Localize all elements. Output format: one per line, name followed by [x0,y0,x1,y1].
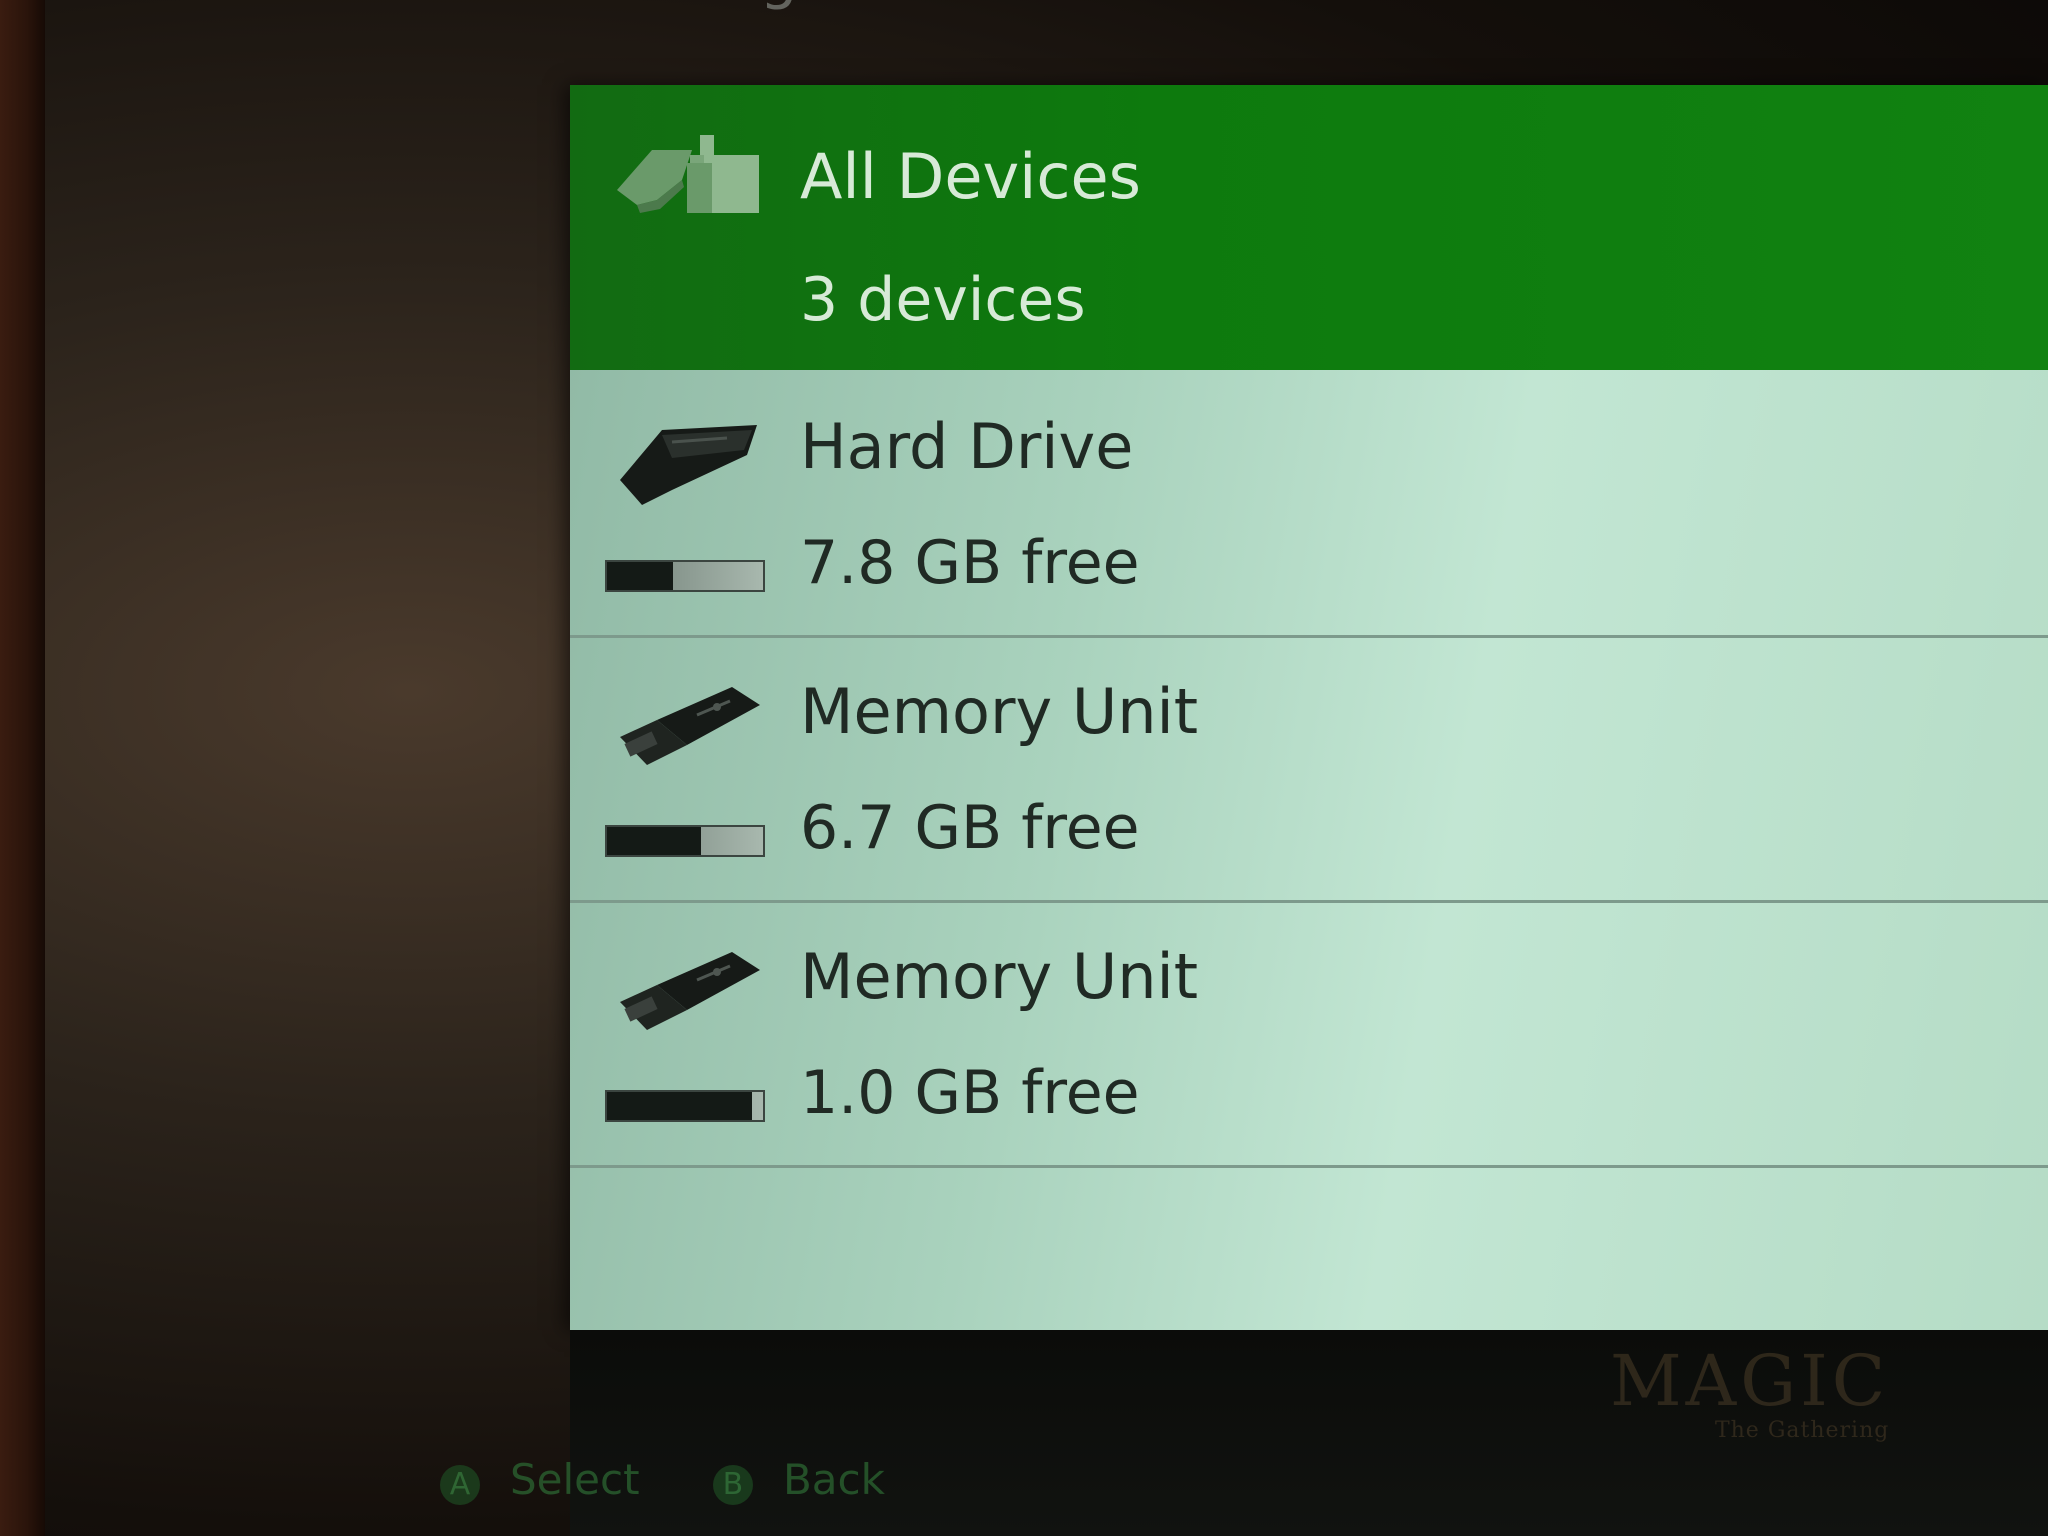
hard-drive-icon [612,410,762,510]
free-space: 1.0 GB free [800,1058,1140,1128]
devices-panel: All Devices 3 devices Hard Drive 7.8 GB … [570,85,2048,1330]
page-title: Storage Devices [600,0,1090,12]
usb-memory-unit-icon [612,940,762,1040]
device-row-memory-unit-1[interactable]: Memory Unit 6.7 GB free [570,635,2048,903]
a-button-icon: A [440,1465,480,1505]
capacity-used [607,1092,753,1120]
capacity-bar [605,560,765,592]
button-hints: A Select B Back [440,1455,945,1505]
back-label: Back [782,1455,885,1504]
capacity-used [607,562,673,590]
free-space: 7.8 GB free [800,528,1140,598]
device-row-hard-drive[interactable]: Hard Drive 7.8 GB free [570,370,2048,638]
all-devices-row[interactable]: All Devices 3 devices [570,85,2048,370]
device-name: Hard Drive [800,410,1134,483]
usb-memory-unit-icon [612,675,762,775]
all-devices-title: All Devices [800,140,1141,213]
device-row-memory-unit-2[interactable]: Memory Unit 1.0 GB free [570,900,2048,1168]
device-name: Memory Unit [800,940,1199,1013]
device-name: Memory Unit [800,675,1199,748]
select-hint[interactable]: A Select [440,1455,670,1505]
background-ad-logo: MAGIC The Gathering [1610,1340,1889,1443]
device-count: 3 devices [800,265,1086,335]
select-label: Select [510,1455,640,1504]
back-hint[interactable]: B Back [712,1455,915,1505]
all-devices-icon [612,125,762,225]
ad-logo-text: MAGIC [1610,1340,1890,1422]
capacity-bar [605,1090,765,1122]
capacity-used [607,827,701,855]
free-space: 6.7 GB free [800,793,1140,863]
tv-bezel [0,0,45,1536]
b-button-icon: B [712,1465,753,1505]
capacity-bar [605,825,765,857]
